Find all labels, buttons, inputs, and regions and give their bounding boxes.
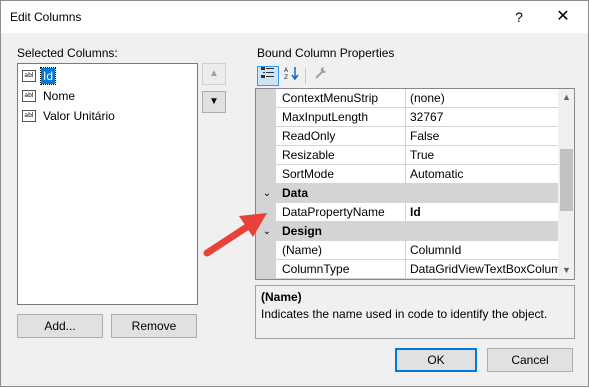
property-grid[interactable]: ContextMenuStrip (none) MaxInputLength 3… (255, 88, 575, 280)
scroll-down-icon[interactable]: ▼ (558, 262, 574, 279)
close-button[interactable]: ✕ (546, 5, 580, 29)
property-value[interactable]: True (406, 146, 558, 165)
property-row[interactable]: MaxInputLength 32767 (256, 108, 558, 127)
description-title: (Name) (261, 290, 302, 304)
property-row[interactable]: Resizable True (256, 146, 558, 165)
property-value[interactable]: False (406, 127, 558, 146)
property-description-panel: (Name) Indicates the name used in code t… (255, 285, 575, 339)
list-item-label: Nome (43, 89, 76, 103)
property-row[interactable]: ColumnType DataGridViewTextBoxColum (256, 260, 558, 279)
property-value[interactable]: 32767 (406, 108, 558, 127)
scrollbar-thumb[interactable] (560, 149, 573, 211)
chevron-down-icon[interactable]: ⌄ (260, 222, 274, 241)
title-bar: Edit Columns ? ✕ (1, 1, 588, 33)
property-name: MaxInputLength (276, 108, 406, 127)
property-name: ReadOnly (276, 127, 406, 146)
selected-columns-label: Selected Columns: (17, 46, 118, 60)
property-row[interactable]: SortMode Automatic (256, 165, 558, 184)
remove-button[interactable]: Remove (111, 314, 197, 338)
text-column-icon: abl (22, 70, 36, 82)
ok-button[interactable]: OK (395, 348, 477, 372)
property-row[interactable]: (Name) ColumnId (256, 241, 558, 260)
move-up-button[interactable]: ▲ (202, 63, 226, 85)
vertical-scrollbar[interactable]: ▲ ▼ (558, 89, 574, 279)
property-value[interactable]: Automatic (406, 165, 558, 184)
description-text: Indicates the name used in code to ident… (261, 307, 548, 321)
property-row[interactable]: DataPropertyName Id (256, 203, 558, 222)
list-item[interactable]: abl Id (22, 67, 57, 85)
property-value[interactable]: ColumnId (406, 241, 558, 260)
list-item-label: Valor Unitário (43, 109, 115, 123)
properties-label: Bound Column Properties (257, 46, 395, 60)
svg-text:Z: Z (284, 74, 288, 80)
move-down-button[interactable]: ▼ (202, 91, 226, 113)
category-row-data[interactable]: ⌄ Data (256, 184, 558, 203)
cancel-button[interactable]: Cancel (487, 348, 573, 372)
dialog-title: Edit Columns (10, 10, 82, 24)
category-name: Design (282, 224, 323, 238)
property-name: (Name) (276, 241, 406, 260)
text-column-icon: abl (22, 90, 36, 102)
scroll-up-icon[interactable]: ▲ (558, 89, 574, 106)
alphabetical-icon[interactable]: A Z (281, 66, 303, 86)
wrench-icon-glyph (315, 66, 326, 79)
property-name: ColumnType (276, 260, 406, 279)
property-row[interactable]: ContextMenuStrip (none) (256, 89, 558, 108)
property-value[interactable]: Id (406, 203, 558, 222)
property-name: Resizable (276, 146, 406, 165)
property-value[interactable]: DataGridViewTextBoxColum (406, 260, 558, 279)
svg-text:A: A (284, 67, 289, 74)
category-row-design[interactable]: ⌄ Design (256, 222, 558, 241)
toolbar-separator (305, 68, 306, 84)
add-button[interactable]: Add... (17, 314, 103, 338)
property-name: ContextMenuStrip (276, 89, 406, 108)
list-item-label: Id (39, 67, 57, 85)
list-item[interactable]: abl Nome (22, 87, 77, 105)
list-item[interactable]: abl Valor Unitário (22, 107, 117, 125)
chevron-down-icon[interactable]: ⌄ (260, 184, 274, 203)
text-column-icon: abl (22, 110, 36, 122)
wrench-icon[interactable] (310, 66, 332, 86)
help-button[interactable]: ? (507, 5, 531, 29)
selected-columns-list[interactable]: abl Id abl Nome abl Valor Unitário (17, 63, 198, 305)
category-name: Data (282, 186, 309, 200)
categorized-icon-glyph (261, 67, 274, 78)
property-row[interactable]: ReadOnly False (256, 127, 558, 146)
edit-columns-dialog: Edit Columns ? ✕ Selected Columns: abl I… (0, 0, 589, 387)
property-value[interactable]: (none) (406, 89, 558, 108)
property-name: SortMode (276, 165, 406, 184)
property-name: DataPropertyName (276, 203, 406, 222)
categorized-icon[interactable] (257, 66, 279, 86)
alphabetical-icon-glyph: A Z (284, 67, 299, 81)
